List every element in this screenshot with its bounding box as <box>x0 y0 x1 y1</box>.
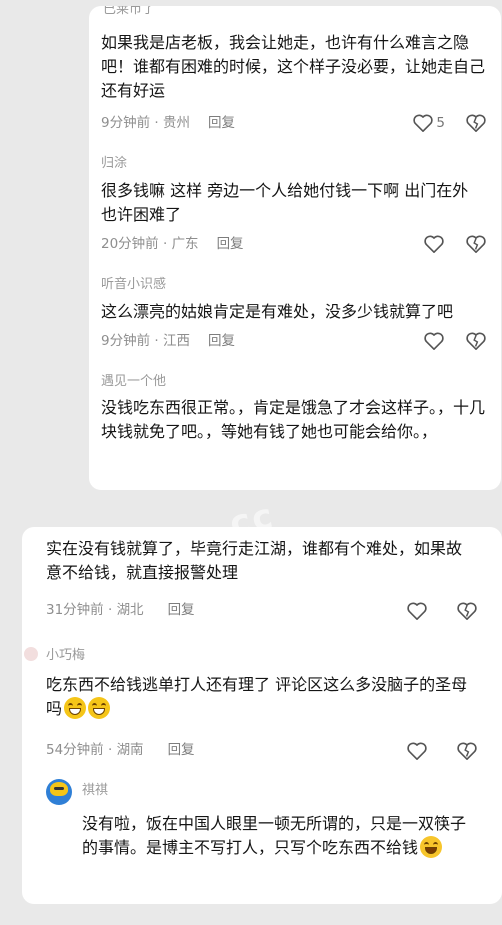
comment-time: 31分钟前 <box>46 602 104 618</box>
comment-time: 9分钟前 <box>101 115 151 131</box>
heart-icon <box>424 332 444 350</box>
comment-username[interactable]: 小巧梅 <box>46 648 85 664</box>
grin-emoji-icon <box>64 697 87 719</box>
like-button[interactable] <box>423 234 445 254</box>
comment-location: 贵州 <box>162 115 190 131</box>
like-button[interactable]: 5 <box>412 113 445 133</box>
heart-icon <box>424 235 444 253</box>
reply-button[interactable]: 回复 <box>208 333 235 349</box>
comment-text: 如果我是店老板，我会让她走，也许有什么难言之隐吧！谁都有困难的时候，这个样子没必… <box>101 33 486 100</box>
comment-location: 江西 <box>162 333 190 349</box>
comment-text: 很多钱嘛 这样 旁边一个人给她付钱一下啊 出门在外 也许困难了 <box>101 181 469 224</box>
comment-text: 没有啦，饭在中国人眼里一顿无所谓的，只是一双筷子的事情。是博主不写打人，只写个吃… <box>82 814 467 858</box>
broken-heart-icon[interactable] <box>465 113 487 133</box>
avatar[interactable] <box>46 779 72 805</box>
like-button[interactable] <box>423 331 445 351</box>
comment-username[interactable]: 祺祺 <box>82 783 108 799</box>
comment-card-top: 已莱币了 如果我是店老板，我会让她走，也许有什么难言之隐吧！谁都有困难的时候，这… <box>89 6 501 490</box>
broken-heart-icon[interactable] <box>465 331 487 351</box>
comment-time: 20分钟前 <box>101 236 159 252</box>
comment-time: 9分钟前 <box>101 333 151 349</box>
reply-button[interactable]: 回复 <box>217 236 244 252</box>
like-count: 5 <box>436 115 445 131</box>
reply-button[interactable]: 回复 <box>168 602 195 618</box>
comment-actions <box>423 233 487 255</box>
avatar-glasses <box>54 787 64 790</box>
comment-username[interactable]: 遇见一个他 <box>101 374 166 390</box>
comment-text: 吃东西不给钱逃单打人还有理了 评论区这么多没脑子的圣母吗 <box>46 675 468 719</box>
broken-heart-icon[interactable] <box>465 234 487 254</box>
comment-actions <box>423 330 487 352</box>
comment-username[interactable]: 听音小识感 <box>101 277 166 293</box>
avatar[interactable] <box>24 647 38 661</box>
comment-location: 湖南 <box>116 742 144 758</box>
comment-meta: 9分钟前 · 贵州 回复 <box>101 115 235 131</box>
comment-username[interactable]: 归涂 <box>101 156 127 172</box>
laugh-cry-emoji-icon <box>420 836 443 858</box>
broken-heart-icon[interactable] <box>456 741 478 761</box>
heart-icon <box>413 114 434 132</box>
comment-location: 湖北 <box>116 602 144 618</box>
comment-actions <box>406 600 478 622</box>
comment-card-bottom: 实在没有钱就算了，毕竟行走江湖，谁都有个难处，如果故意不给钱，就直接报警处理 3… <box>22 527 502 904</box>
like-button[interactable] <box>406 601 428 621</box>
comment-meta: 9分钟前 · 江西 回复 <box>101 333 235 349</box>
comment-text: 没钱吃东西很正常。，肯定是饿急了才会这样子。，十几块钱就免了吧。，等她有钱了她也… <box>101 398 486 441</box>
comment-meta: 20分钟前 · 广东 回复 <box>101 236 244 252</box>
comment-location: 广东 <box>171 236 199 252</box>
comment-meta: 31分钟前 · 湖北 回复 <box>46 602 195 618</box>
reply-button[interactable]: 回复 <box>168 742 195 758</box>
comment-actions: 5 <box>412 112 487 134</box>
comment-meta: 54分钟前 · 湖南 回复 <box>46 742 195 758</box>
comment-text: 实在没有钱就算了，毕竟行走江湖，谁都有个难处，如果故意不给钱，就直接报警处理 <box>46 539 463 582</box>
reply-button[interactable]: 回复 <box>208 115 235 131</box>
comment-text: 这么漂亮的姑娘肯定是有难处，没多少钱就算了吧 <box>101 302 454 321</box>
heart-icon <box>407 602 427 620</box>
like-button[interactable] <box>406 741 428 761</box>
comment-actions <box>406 740 478 762</box>
heart-icon <box>407 742 427 760</box>
broken-heart-icon[interactable] <box>456 601 478 621</box>
grin-emoji-icon <box>88 697 111 719</box>
comment-username[interactable]: 已莱币了 <box>103 6 155 18</box>
comment-time: 54分钟前 <box>46 742 104 758</box>
